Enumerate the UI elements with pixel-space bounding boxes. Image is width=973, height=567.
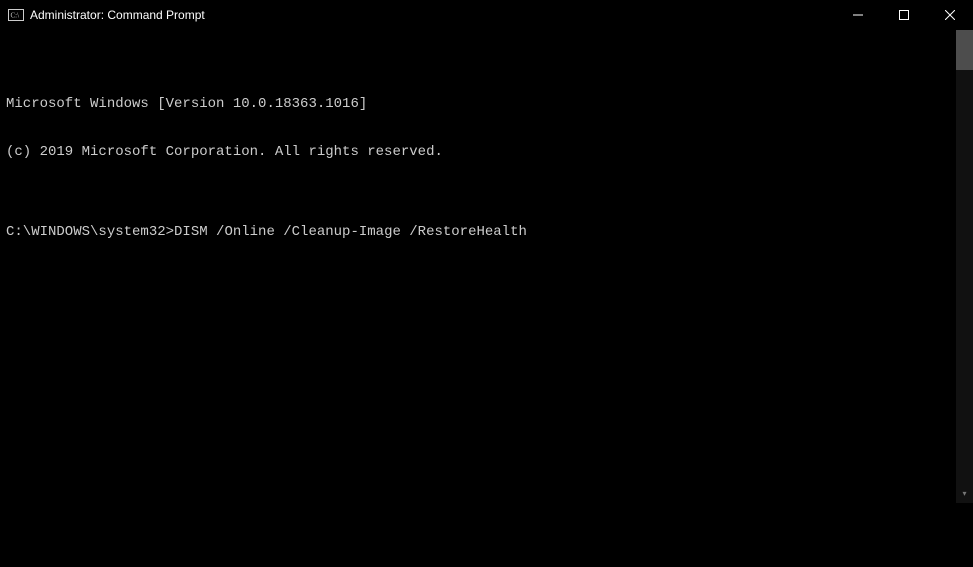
titlebar-left: C:\ Administrator: Command Prompt xyxy=(8,7,205,23)
window-titlebar[interactable]: C:\ Administrator: Command Prompt xyxy=(0,0,973,30)
minimize-button[interactable] xyxy=(835,0,881,30)
vertical-scrollbar[interactable]: ▾ xyxy=(956,30,973,503)
svg-text:C:\: C:\ xyxy=(11,12,20,20)
terminal-area[interactable]: Microsoft Windows [Version 10.0.18363.10… xyxy=(0,30,973,503)
cmd-icon: C:\ xyxy=(8,7,24,23)
terminal-command: DISM /Online /Cleanup-Image /RestoreHeal… xyxy=(174,224,527,240)
scrollbar-down-arrow-icon[interactable]: ▾ xyxy=(956,486,973,503)
terminal-line-copyright: (c) 2019 Microsoft Corporation. All righ… xyxy=(6,144,956,160)
window-controls xyxy=(835,0,973,30)
terminal-content: Microsoft Windows [Version 10.0.18363.10… xyxy=(6,64,956,535)
terminal-prompt: C:\WINDOWS\system32> xyxy=(6,224,174,240)
terminal-line-version: Microsoft Windows [Version 10.0.18363.10… xyxy=(6,96,956,112)
close-button[interactable] xyxy=(927,0,973,30)
maximize-icon xyxy=(899,10,909,20)
minimize-icon xyxy=(853,10,863,20)
close-icon xyxy=(945,10,955,20)
scrollbar-thumb[interactable] xyxy=(956,30,973,70)
maximize-button[interactable] xyxy=(881,0,927,30)
terminal-prompt-line: C:\WINDOWS\system32>DISM /Online /Cleanu… xyxy=(6,224,956,240)
window-title: Administrator: Command Prompt xyxy=(30,8,205,22)
